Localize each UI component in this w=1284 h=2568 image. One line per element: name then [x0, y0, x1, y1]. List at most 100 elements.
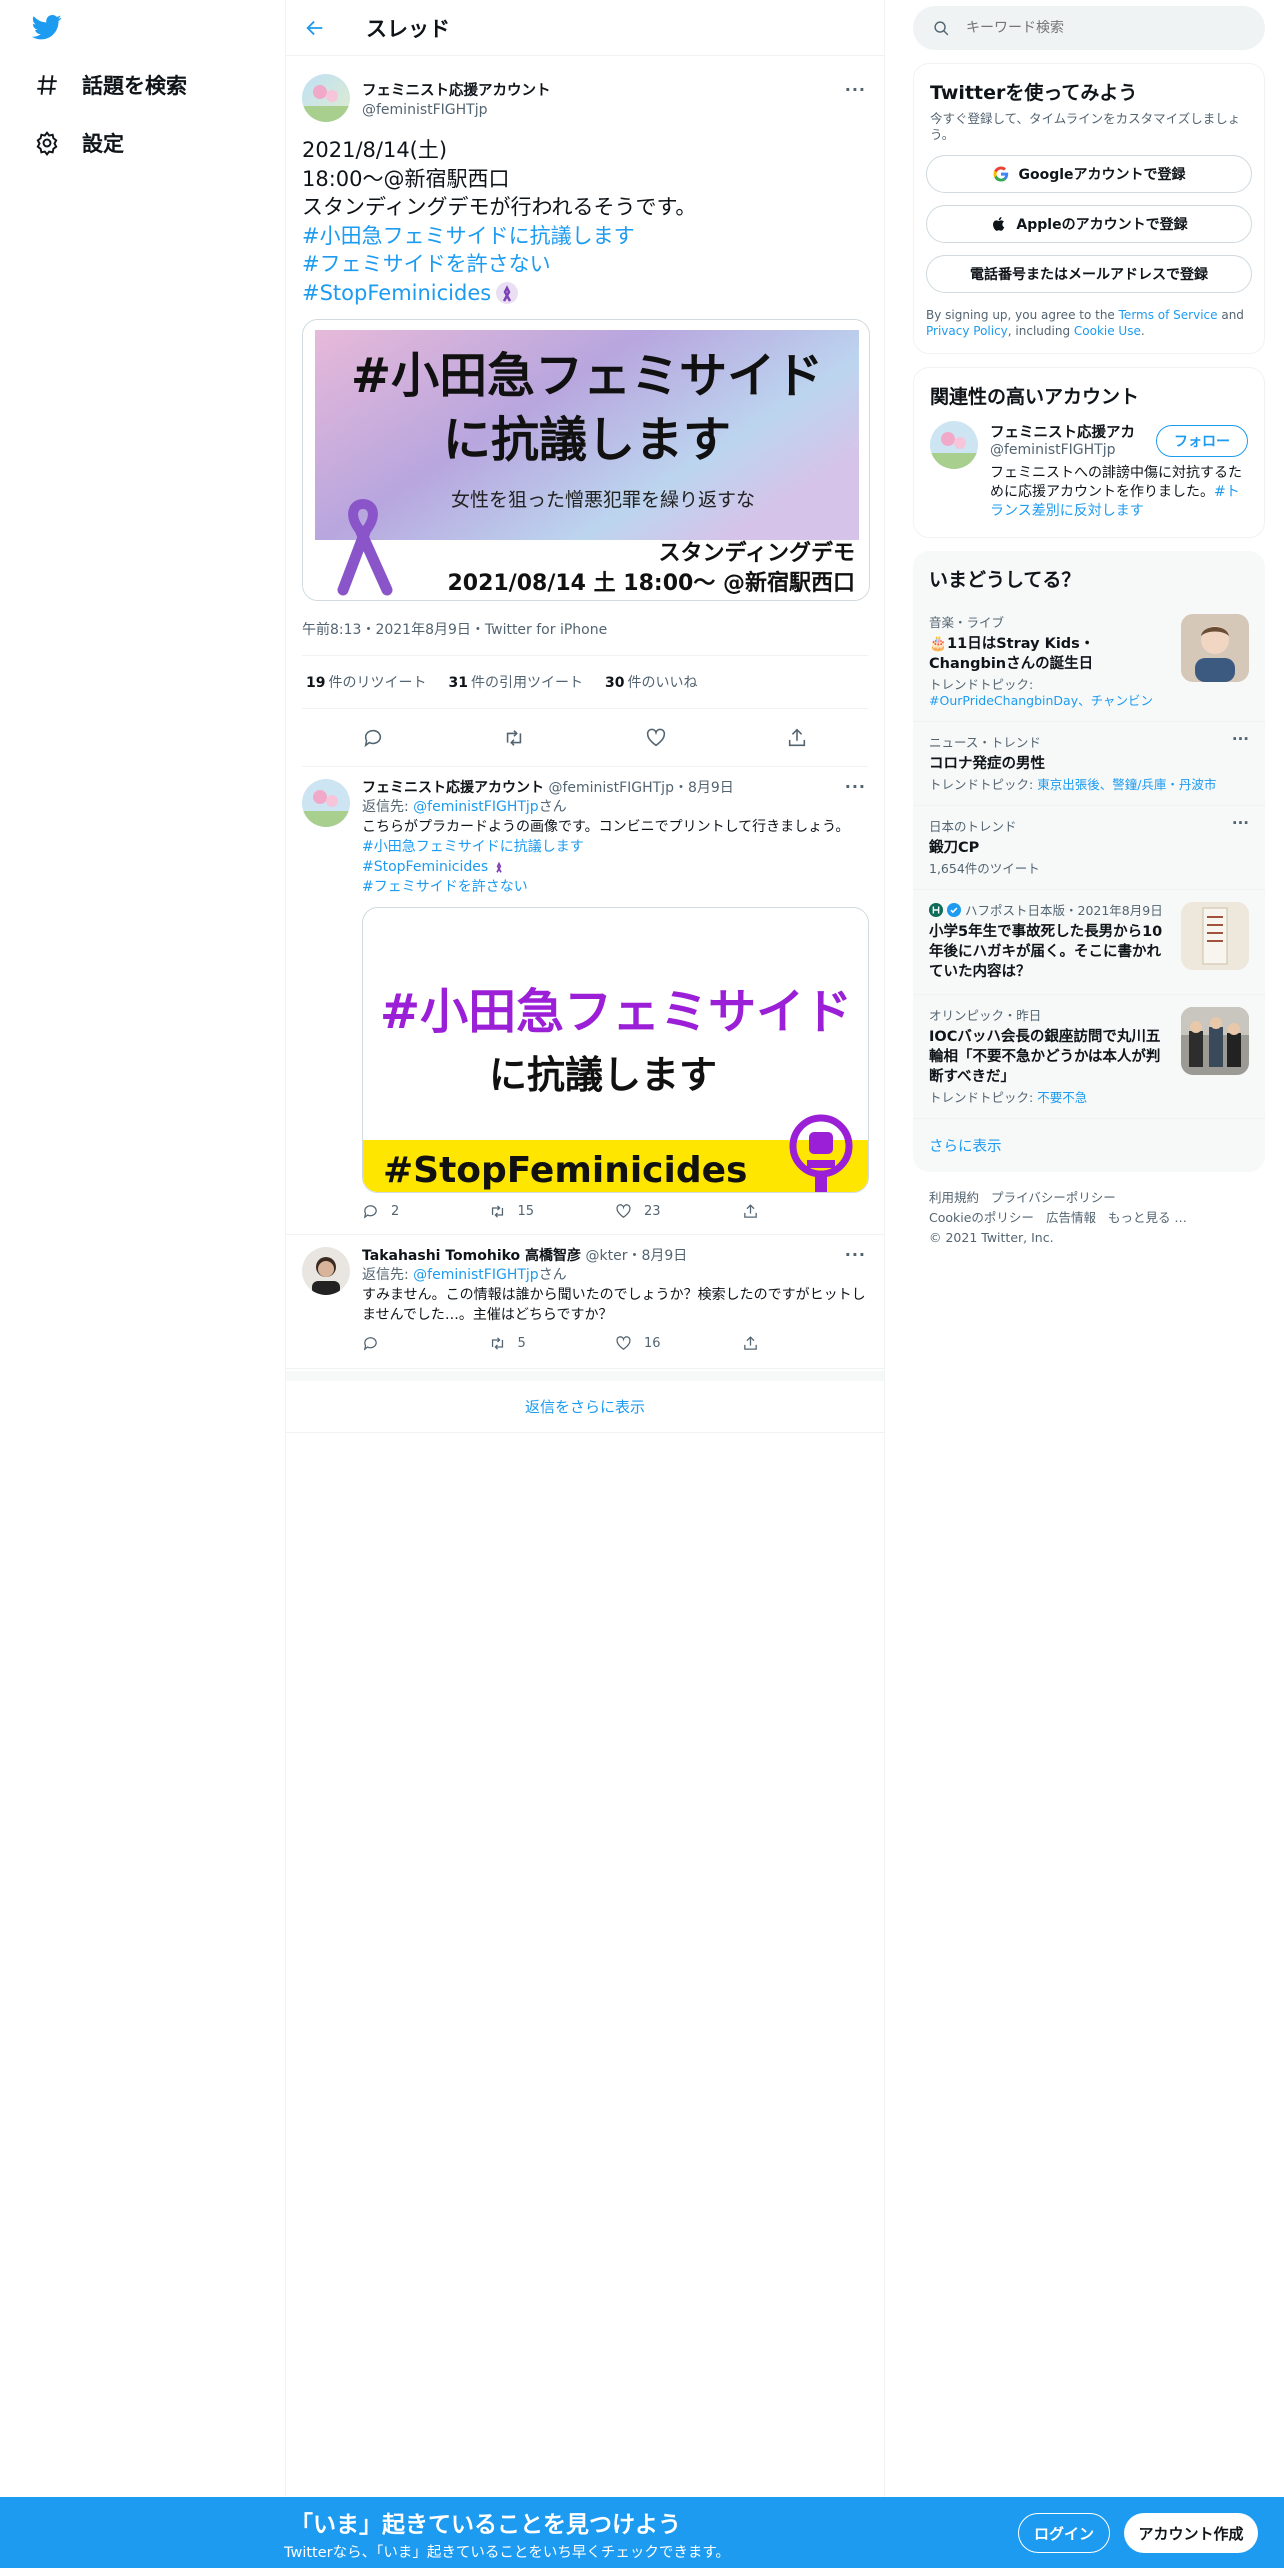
- follow-button[interactable]: フォロー: [1156, 425, 1248, 457]
- back-arrow-icon[interactable]: [304, 17, 326, 39]
- author-name[interactable]: フェミニスト応援アカウント: [362, 780, 544, 796]
- more-options-icon[interactable]: ···: [1232, 730, 1249, 748]
- related-account[interactable]: フェミニスト応援アカ @feministFIGHTjp フェミニストへの誹謗中傷…: [914, 409, 1264, 537]
- trend-category: ニュース・トレンド: [929, 735, 1041, 750]
- reply-tweet[interactable]: ··· Takahashi Tomohiko 高橋智彦 @kter・8月9日 返…: [286, 1235, 884, 1369]
- gear-icon: [36, 131, 58, 156]
- more-options-icon[interactable]: ···: [845, 1245, 866, 1264]
- login-button[interactable]: ログイン: [1018, 2513, 1110, 2553]
- placard-headline-1: #小田急フェミサイド: [380, 984, 852, 1040]
- trend-title: 鍛刀CP: [929, 840, 980, 856]
- hashtag-link[interactable]: #フェミサイドを許さない: [302, 250, 868, 279]
- tweet-date[interactable]: ・8月9日: [627, 1248, 687, 1264]
- trend-item[interactable]: ハフポスト日本版・2021年8月9日 小学5年生で事故死した長男から10年後にハ…: [913, 890, 1265, 995]
- trend-link[interactable]: #OurPrideChangbinDay、チャンビン: [929, 693, 1153, 708]
- footer-links: 利用規約 プライバシーポリシー Cookieのポリシー 広告情報 もっと見る … © …: [913, 1172, 1265, 1264]
- trend-item[interactable]: 音楽・ライブ 🎂11日はStray Kids・Changbinさんの誕生日 トレ…: [913, 602, 1265, 722]
- show-more-trends-link[interactable]: さらに表示: [913, 1119, 1265, 1172]
- trend-thumbnail: [1181, 902, 1249, 970]
- more-options-icon[interactable]: ···: [845, 777, 866, 796]
- trend-title: IOCバッハ会長の銀座訪問で丸川五輪相「不要不急かどうかは本人が判断すべきだ」: [929, 1029, 1161, 1085]
- mention-link[interactable]: @feministFIGHTjp: [413, 1267, 539, 1283]
- hashtag-link[interactable]: #StopFeminicides: [362, 857, 488, 877]
- tweet-image[interactable]: #小田急フェミサイド に抗議します 女性を狙った憎悪犯罪を繰り返すな スタンディ…: [302, 319, 870, 601]
- retweet-button[interactable]: 5: [489, 1335, 616, 1352]
- tweet-line: スタンディングデモが行われるそうです。: [302, 195, 697, 219]
- privacy-link[interactable]: Privacy Policy: [926, 324, 1008, 338]
- reply-count: 2: [391, 1204, 400, 1219]
- apple-signup-button[interactable]: Appleのアカウントで登録: [926, 205, 1252, 243]
- cookie-link[interactable]: Cookie Use: [1074, 324, 1141, 338]
- search-input[interactable]: [966, 20, 1226, 36]
- footer-link[interactable]: 広告情報: [1046, 1210, 1096, 1225]
- twitter-logo-icon[interactable]: [30, 12, 64, 42]
- avatar[interactable]: [302, 779, 350, 827]
- likes-label: 件のいいね: [627, 675, 698, 691]
- tweet-date[interactable]: ・8月9日: [674, 780, 734, 796]
- phone-email-signup-button[interactable]: 電話番号またはメールアドレスで登録: [926, 255, 1252, 293]
- terms-link[interactable]: Terms of Service: [1119, 308, 1218, 322]
- reply-button[interactable]: [362, 1335, 489, 1352]
- like-button[interactable]: 16: [615, 1335, 742, 1352]
- trends-panel: いまどうしてる？ 音楽・ライブ 🎂11日はStray Kids・Changbin…: [913, 551, 1265, 1172]
- mention-link[interactable]: @feministFIGHTjp: [413, 799, 539, 815]
- trend-item[interactable]: オリンピック・昨日 IOCバッハ会長の銀座訪問で丸川五輪相「不要不急かどうかは本…: [913, 995, 1265, 1119]
- share-button[interactable]: [742, 1335, 869, 1352]
- share-icon[interactable]: [786, 727, 808, 749]
- more-options-icon[interactable]: ···: [1232, 814, 1249, 832]
- trend-thumbnail: [1181, 614, 1249, 682]
- footer-link[interactable]: 利用規約: [929, 1190, 979, 1205]
- bio-text: フェミニストへの誹謗中傷に対抗するために応援アカウントを作りました。: [990, 465, 1242, 500]
- quotes-stat[interactable]: 31 件の引用ツイート: [448, 672, 582, 692]
- like-icon[interactable]: [645, 727, 667, 749]
- image-event-detail: 2021/08/14 土 18:00〜 @新宿駅西口: [447, 570, 855, 596]
- retweets-stat[interactable]: 19 件のリツイート: [306, 672, 426, 692]
- avatar[interactable]: [302, 1247, 350, 1295]
- trend-category: 日本のトレンド: [929, 819, 1017, 834]
- likes-stat[interactable]: 30 件のいいね: [605, 672, 697, 692]
- reply-tweet[interactable]: ··· フェミニスト応援アカウント @feministFIGHTjp・8月9日 …: [286, 767, 884, 1235]
- author-name[interactable]: フェミニスト応援アカウント: [362, 79, 551, 100]
- trend-item[interactable]: 日本のトレンド 鍛刀CP 1,654件のツイート ···: [913, 806, 1265, 890]
- nav-explore[interactable]: 話題を検索: [34, 70, 187, 100]
- placard-banner: #StopFeminicides: [383, 1150, 747, 1191]
- avatar[interactable]: [302, 74, 350, 122]
- trend-thumbnail: [1181, 1007, 1249, 1075]
- author-name[interactable]: Takahashi Tomohiko 高橋智彦: [362, 1248, 581, 1264]
- like-button[interactable]: 23: [615, 1203, 742, 1220]
- trend-link[interactable]: 東京出張後、警鐘/兵庫・丹波市: [1037, 777, 1216, 792]
- nav-settings[interactable]: 設定: [34, 128, 124, 158]
- reply-image[interactable]: #小田急フェミサイド に抗議します #StopFeminicides: [362, 907, 869, 1193]
- retweet-button[interactable]: 15: [489, 1203, 616, 1220]
- google-signup-button[interactable]: Googleアカウントで登録: [926, 155, 1252, 193]
- google-logo-icon: [993, 166, 1009, 182]
- author-handle[interactable]: @feministFIGHTjp: [548, 780, 674, 796]
- tweet-line: 18:00〜@新宿駅西口: [302, 166, 510, 191]
- trend-meta: トレンドトピック:: [929, 777, 1038, 792]
- reply-header: Takahashi Tomohiko 高橋智彦 @kter・8月9日: [362, 1247, 868, 1266]
- retweet-icon[interactable]: [503, 727, 525, 749]
- share-button[interactable]: [742, 1203, 869, 1220]
- author-handle[interactable]: @feministFIGHTjp: [362, 102, 551, 118]
- reply-button[interactable]: 2: [362, 1203, 489, 1220]
- reply-icon[interactable]: [362, 727, 384, 749]
- page-title: スレッド: [366, 16, 450, 41]
- search-box[interactable]: [913, 6, 1265, 50]
- placard-headline-2: に抗議します: [489, 1053, 717, 1097]
- footer-link[interactable]: プライバシーポリシー: [991, 1190, 1116, 1205]
- footer-link[interactable]: Cookieのポリシー: [929, 1210, 1034, 1225]
- hashtag-link[interactable]: #フェミサイドを許さない: [362, 877, 868, 897]
- apple-logo-icon: [993, 217, 1005, 231]
- footer-link[interactable]: もっと見る …: [1108, 1210, 1187, 1225]
- hashtag-link[interactable]: #小田急フェミサイドに抗議します: [302, 222, 868, 251]
- signup-button[interactable]: アカウント作成: [1124, 2513, 1258, 2553]
- hashtag-link[interactable]: #小田急フェミサイドに抗議します: [362, 837, 868, 857]
- show-more-replies-button[interactable]: 返信をさらに表示: [286, 1371, 884, 1433]
- hashtag-link[interactable]: #StopFeminicides: [302, 279, 491, 308]
- avatar[interactable]: [930, 421, 978, 469]
- tweet-timestamp[interactable]: 午前8:13・2021年8月9日・Twitter for iPhone: [302, 619, 868, 656]
- trend-item[interactable]: ニュース・トレンド コロナ発症の男性 トレンドトピック: 東京出張後、警鐘/兵庫…: [913, 722, 1265, 806]
- more-options-icon[interactable]: ···: [845, 80, 866, 99]
- trend-link[interactable]: 不要不急: [1037, 1090, 1087, 1105]
- author-handle[interactable]: @kter: [586, 1248, 628, 1264]
